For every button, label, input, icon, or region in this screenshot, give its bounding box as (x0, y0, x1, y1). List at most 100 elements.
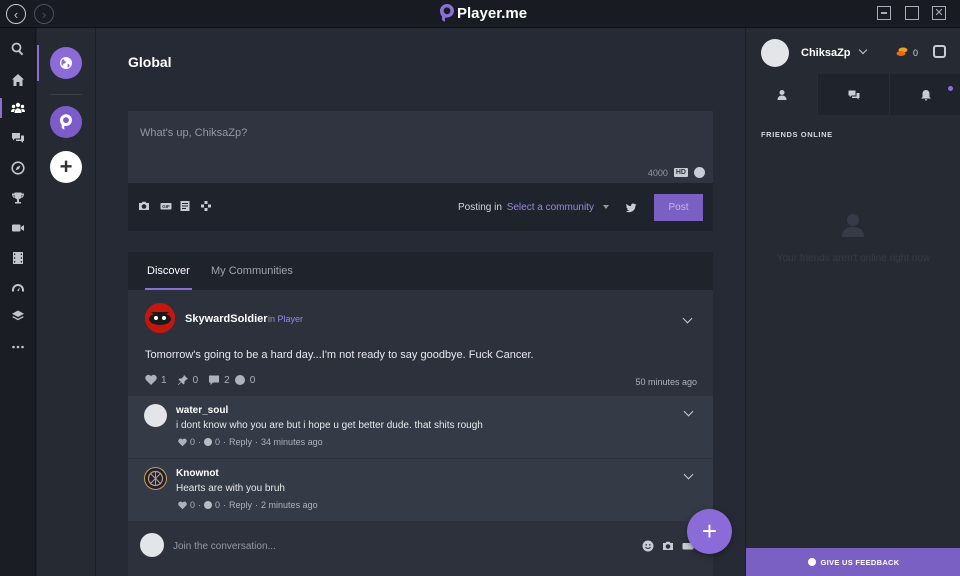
pin-icon[interactable] (177, 374, 189, 386)
chevron-down-icon[interactable] (682, 313, 693, 324)
back-button[interactable]: ‹ (6, 4, 26, 24)
coin-count: 0 (249, 374, 256, 386)
tab-notifications[interactable] (890, 74, 960, 115)
heart-icon[interactable] (145, 374, 157, 386)
article-icon[interactable] (179, 199, 191, 211)
chat-icon[interactable] (0, 124, 36, 152)
post-author[interactable]: SkywardSoldier (185, 313, 268, 325)
gauge-icon[interactable] (0, 274, 36, 302)
coin-count: 0 (215, 437, 221, 447)
user-menu[interactable]: ChiksaZp 0 (746, 28, 960, 74)
post-time: 50 minutes ago (635, 377, 697, 387)
hd-icon[interactable]: HD (673, 168, 688, 177)
chevron-down-icon[interactable] (858, 45, 868, 55)
right-tabs (746, 74, 960, 115)
comment-icon[interactable] (208, 374, 220, 386)
friends-empty-text: Your friends aren't online right now (776, 253, 931, 264)
home-icon[interactable] (0, 66, 36, 94)
trophy-icon[interactable] (0, 184, 36, 212)
comment-author[interactable]: Knownot (176, 468, 219, 479)
gif-icon[interactable]: GIF (160, 199, 172, 211)
chat-icon (848, 90, 859, 99)
compass-icon[interactable] (0, 154, 36, 182)
feedback-button[interactable]: GIVE US FEEDBACK (746, 548, 960, 576)
reply-tools (642, 539, 694, 552)
minimize-button[interactable] (877, 6, 891, 20)
feed-tabs: Discover My Communities (128, 252, 713, 290)
comment-author[interactable]: water_soul (176, 405, 228, 416)
bell-icon (920, 89, 931, 100)
person-icon (777, 89, 786, 100)
tab-my-communities[interactable]: My Communities (211, 265, 293, 277)
composer-input[interactable]: What's up, ChiksaZp? (140, 127, 247, 139)
avatar[interactable] (761, 39, 789, 67)
film-icon[interactable] (0, 244, 36, 272)
tab-friends[interactable] (746, 74, 818, 115)
emoji-icon[interactable] (642, 539, 654, 552)
coin-icon[interactable] (234, 374, 246, 386)
post-button[interactable]: Post (654, 194, 703, 221)
player-logo-icon (440, 4, 454, 22)
globe-icon (60, 57, 72, 69)
posting-in-selector[interactable]: Posting in Select a community (458, 202, 609, 213)
comment: Knownot Hearts are with you bruh 0 · 0 ·… (128, 459, 713, 521)
chevron-down-icon[interactable] (683, 406, 694, 417)
community-column: + (37, 28, 96, 576)
username[interactable]: ChiksaZp (801, 47, 851, 59)
heart-icon[interactable] (178, 438, 187, 447)
coin-count: 0 (913, 48, 919, 58)
layers-icon[interactable] (0, 302, 36, 330)
forward-button[interactable]: › (34, 4, 54, 24)
like-count: 0 (190, 437, 196, 447)
new-post-fab[interactable]: + (687, 509, 732, 554)
community-select[interactable]: Select a community (507, 202, 594, 213)
share-count: 0 (192, 374, 199, 386)
comment-time: 2 minutes ago (261, 500, 318, 510)
gamepad-icon[interactable] (200, 199, 212, 211)
reply-link[interactable]: Reply (229, 500, 252, 510)
heart-icon[interactable] (178, 501, 187, 510)
feed-post: SkywardSoldier in Player Tomorrow's goin… (128, 290, 713, 396)
separator: · (255, 500, 259, 510)
reply-link[interactable]: Reply (229, 437, 252, 447)
title-bar: ‹ › Player.me ✕ (0, 0, 960, 28)
avatar[interactable] (145, 303, 175, 333)
video-icon[interactable] (0, 214, 36, 242)
coin-icon[interactable] (204, 438, 213, 446)
chat-bubble-icon (807, 558, 816, 566)
camera-icon[interactable] (662, 539, 674, 551)
separator: · (255, 437, 259, 447)
reply-input[interactable]: Join the conversation... (173, 541, 276, 552)
reply-bar: Join the conversation... (128, 522, 713, 572)
global-community-button[interactable] (37, 45, 82, 81)
like-count: 0 (190, 500, 196, 510)
close-button[interactable]: ✕ (932, 6, 946, 20)
post-composer: What's up, ChiksaZp? 4000 HD GIF Posting… (128, 111, 713, 231)
caret-down-icon (602, 205, 609, 210)
comment-meta: 0 · 0 · Reply · 2 minutes ago (178, 500, 318, 510)
settings-icon[interactable] (933, 45, 946, 58)
coin-icon[interactable] (204, 501, 213, 509)
composer-meta: 4000 HD (648, 167, 705, 178)
comment-meta: 0 · 0 · Reply · 34 minutes ago (178, 437, 323, 447)
post-community-info: in Player (268, 314, 303, 324)
add-community-button[interactable]: + (50, 151, 82, 183)
avatar[interactable] (144, 467, 167, 490)
emoji-icon[interactable] (694, 167, 705, 178)
chevron-down-icon[interactable] (683, 469, 694, 480)
comment-text: Hearts are with you bruh (176, 483, 285, 494)
player-community-button[interactable] (50, 106, 82, 138)
char-count: 4000 (647, 167, 668, 178)
tab-messages[interactable] (818, 74, 890, 115)
more-icon[interactable] (0, 333, 36, 361)
feedback-label: GIVE US FEEDBACK (820, 557, 900, 567)
search-icon[interactable] (0, 35, 36, 63)
maximize-button[interactable] (905, 6, 919, 20)
post-text: Tomorrow's going to be a hard day...I'm … (145, 349, 534, 361)
communities-icon[interactable] (0, 94, 36, 122)
avatar[interactable] (144, 404, 167, 427)
twitter-icon[interactable] (625, 201, 637, 213)
tab-discover[interactable]: Discover (145, 265, 192, 290)
community-link[interactable]: Player (278, 314, 304, 324)
camera-icon[interactable] (138, 199, 150, 211)
